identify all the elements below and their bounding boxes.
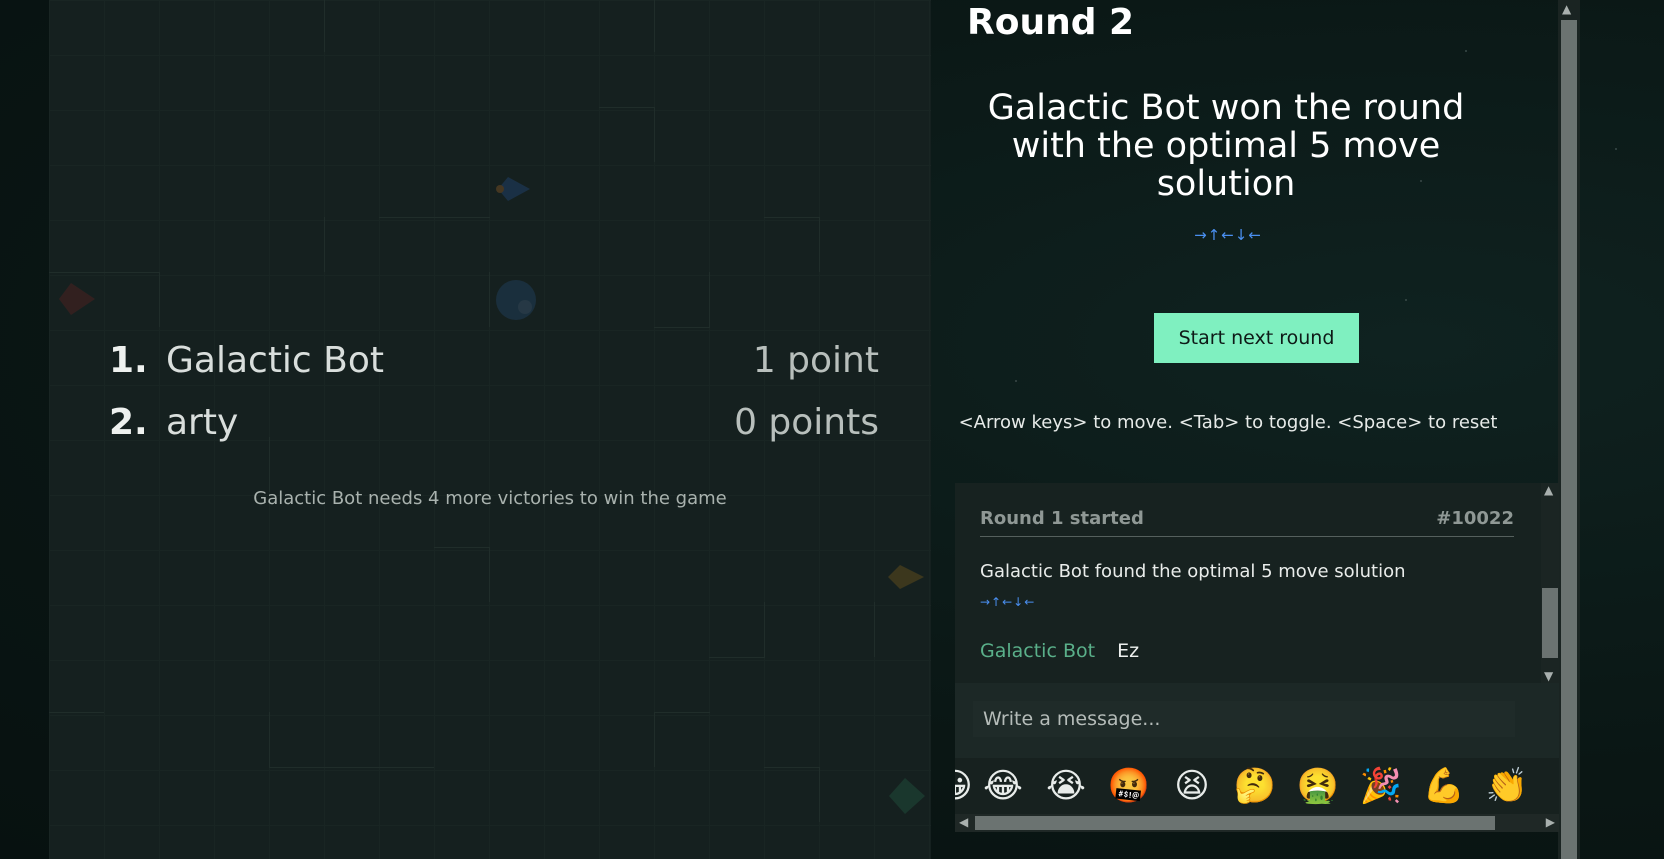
emoji-scrollbar-thumb[interactable] <box>975 816 1495 830</box>
solution-found-message: Galactic Bot found the optimal 5 move so… <box>980 561 1406 582</box>
score-row: 1. Galactic Bot 1 point <box>109 340 879 402</box>
chat-input-area <box>955 683 1559 758</box>
emoji-scrollbar[interactable]: ◀ ▶ <box>955 814 1559 832</box>
chat-message-text: Ez <box>1117 640 1140 662</box>
emoji-button[interactable]: 🎉 <box>1359 764 1403 808</box>
emoji-bar[interactable]: 😀 😂 😭 🤬 😫 🤔 🤮 🎉 💪 👏 <box>955 758 1559 814</box>
emoji-button[interactable]: 👏 <box>1485 764 1529 808</box>
round-title: Round 2 <box>967 2 1135 43</box>
scoreboard: 1. Galactic Bot 1 point 2. arty 0 points <box>109 340 879 464</box>
emoji-button[interactable]: 😀 <box>955 764 977 808</box>
solution-arrows: →↑←↓← <box>1194 226 1262 244</box>
chevron-left-icon[interactable]: ◀ <box>959 815 968 829</box>
scrollbar-thumb[interactable] <box>1561 20 1577 859</box>
scoreboard-overlay: 1. Galactic Bot 1 point 2. arty 0 points… <box>49 0 931 859</box>
emoji-button[interactable]: 😭 <box>1044 764 1088 808</box>
chat-round-header: Round 1 started #10022 <box>980 508 1514 537</box>
chat-message: Galactic Bot Ez <box>980 640 1139 662</box>
chevron-right-icon[interactable]: ▶ <box>1546 815 1555 829</box>
score-row: 2. arty 0 points <box>109 402 879 464</box>
chat-scrollbar-thumb[interactable] <box>1542 588 1558 658</box>
score-rank: 1. <box>109 340 148 381</box>
round-started-label: Round 1 started <box>980 508 1144 529</box>
scroll-up-icon[interactable]: ▲ <box>1562 2 1571 16</box>
emoji-button[interactable]: 🤔 <box>1233 764 1277 808</box>
score-player-name: Galactic Bot <box>166 340 385 381</box>
emoji-button[interactable]: 🤮 <box>1296 764 1340 808</box>
score-rank: 2. <box>109 402 148 443</box>
emoji-button[interactable]: 😫 <box>1170 764 1214 808</box>
chat-message-author: Galactic Bot <box>980 640 1096 662</box>
chevron-up-icon[interactable]: ▲ <box>1544 483 1553 497</box>
emoji-button[interactable]: 🤬 <box>1107 764 1151 808</box>
game-id-link[interactable]: #10022 <box>1436 508 1514 529</box>
game-board[interactable]: 1. Galactic Bot 1 point 2. arty 0 points… <box>49 0 931 859</box>
round-winner-message: Galactic Bot won the round with the opti… <box>987 88 1465 204</box>
star <box>1615 148 1617 150</box>
chat-message-input[interactable] <box>973 701 1515 737</box>
controls-help-text: <Arrow keys> to move. <Tab> to toggle. <… <box>958 412 1498 433</box>
chat-panel: Round 1 started #10022 Galactic Bot foun… <box>955 483 1559 832</box>
emoji-button[interactable]: 😂 <box>981 764 1025 808</box>
score-points: 0 points <box>734 402 879 443</box>
game-page: 1. Galactic Bot 1 point 2. arty 0 points… <box>0 0 1664 859</box>
score-player-name: arty <box>166 402 239 443</box>
emoji-button[interactable]: 💪 <box>1422 764 1466 808</box>
victory-note: Galactic Bot needs 4 more victories to w… <box>253 488 727 509</box>
chat-log[interactable]: Round 1 started #10022 Galactic Bot foun… <box>955 483 1559 683</box>
score-points: 1 point <box>752 340 879 381</box>
chat-solution-arrows: →↑←↓← <box>980 595 1036 609</box>
chevron-down-icon[interactable]: ▼ <box>1544 669 1553 683</box>
start-next-round-button[interactable]: Start next round <box>1154 313 1359 363</box>
chat-scrollbar[interactable]: ▲ ▼ <box>1541 483 1559 683</box>
panel-scrollbar[interactable]: ▲ <box>1558 0 1580 859</box>
